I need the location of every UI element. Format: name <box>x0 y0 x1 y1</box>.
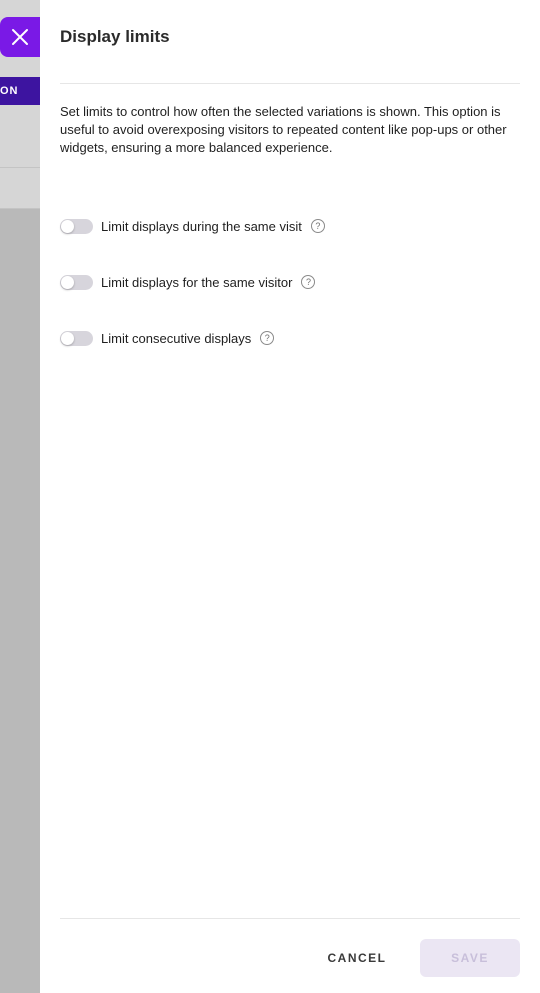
same-visit-toggle[interactable] <box>60 218 93 234</box>
header-divider <box>60 83 520 84</box>
option-label: Limit displays for the same visitor <box>101 274 293 290</box>
toggle-knob <box>61 219 74 233</box>
background-action-button-label: ON <box>0 85 19 97</box>
save-button[interactable]: SAVE <box>420 939 520 977</box>
option-same-visit: Limit displays during the same visit ? <box>60 216 325 236</box>
option-label: Limit displays during the same visit <box>101 218 302 234</box>
help-icon[interactable]: ? <box>301 275 316 289</box>
help-icon[interactable]: ? <box>310 219 325 233</box>
same-visitor-toggle[interactable] <box>60 274 93 290</box>
option-label: Limit consecutive displays <box>101 330 252 346</box>
background-action-button: ON <box>0 77 40 105</box>
background-divider <box>0 208 40 209</box>
background-divider <box>0 167 40 168</box>
toggle-knob <box>61 275 74 289</box>
option-consecutive: Limit consecutive displays ? <box>60 328 275 348</box>
panel-title: Display limits <box>60 27 170 46</box>
close-panel-button[interactable] <box>0 17 40 57</box>
footer-divider <box>60 918 520 919</box>
help-icon[interactable]: ? <box>260 331 275 345</box>
option-same-visitor: Limit displays for the same visitor ? <box>60 272 316 292</box>
cancel-button[interactable]: CANCEL <box>321 940 393 976</box>
panel-description: Set limits to control how often the sele… <box>60 104 507 155</box>
close-icon <box>12 29 28 45</box>
display-limits-panel: Display limits Set limits to control how… <box>40 0 540 993</box>
consecutive-toggle[interactable] <box>60 330 93 346</box>
toggle-knob <box>61 331 74 345</box>
